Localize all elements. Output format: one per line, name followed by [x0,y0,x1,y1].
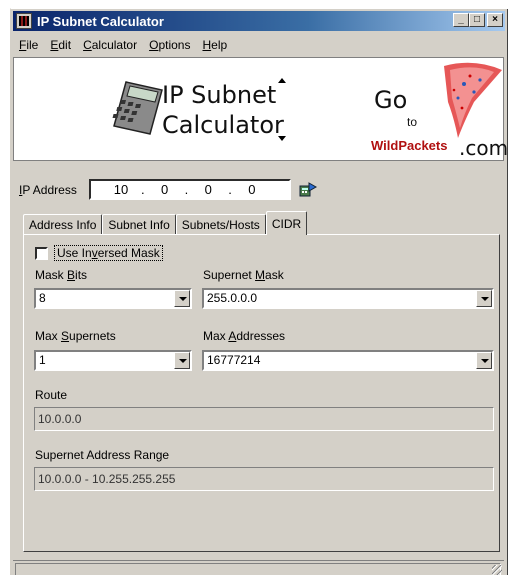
ip-address-input[interactable]: 10. 0. 0. 0 [89,179,291,200]
resize-grip-icon[interactable] [492,565,502,575]
scroll-down-arrow-icon[interactable] [278,136,286,141]
menu-bar: File Edit Calculator Options Help [13,35,233,55]
scroll-up-arrow-icon[interactable] [278,78,286,83]
max-supernets-select[interactable]: 1 [34,350,192,371]
supernet-range-field[interactable]: 10.0.0.0 - 10.255.255.255 [34,467,494,491]
banner-title: IP Subnet Calculator [162,81,284,139]
tab-subnets-hosts[interactable]: Subnets/Hosts [175,214,266,235]
menu-file[interactable]: File [13,36,44,54]
ad-to-text: to [407,115,418,129]
supernet-mask-dropdown-button[interactable] [476,290,492,307]
max-addresses-select[interactable]: 16777214 [202,350,494,371]
inverse-mask-option[interactable]: Use Inversed Mask [35,245,163,261]
calculator-icon [112,81,163,135]
ip-address-label: IP Address [19,182,77,197]
maximize-button[interactable]: □ [469,13,485,27]
supernet-mask-select[interactable]: 255.0.0.0 [202,288,494,309]
app-icon[interactable] [16,13,32,29]
inverse-mask-checkbox[interactable] [35,246,48,260]
ip-octet-2[interactable]: 0 [145,182,185,197]
wildpackets-funnel-logo[interactable] [414,62,504,142]
route-field[interactable]: 10.0.0.0 [34,407,494,431]
max-supernets-label: Max Supernets [35,329,116,343]
status-bar [13,560,504,575]
menu-options[interactable]: Options [143,36,196,54]
mask-bits-label: Mask Bits [35,268,88,282]
menu-help[interactable]: Help [196,36,233,54]
ip-address-row: IP Address 10. 0. 0. 0 [19,179,317,200]
max-addresses-label: Max Addresses [203,329,286,343]
ip-octet-4[interactable]: 0 [232,182,272,197]
inverse-mask-label[interactable]: Use Inversed Mask [54,245,163,261]
max-supernets-dropdown-button[interactable] [174,352,190,369]
menu-edit[interactable]: Edit [44,36,77,54]
ip-octet-1[interactable]: 10 [101,182,141,197]
window-controls: _ □ × [453,13,503,27]
mask-bits-dropdown-button[interactable] [174,290,190,307]
supernet-range-label: Supernet Address Range [35,448,170,462]
window-title: IP Subnet Calculator [37,13,164,29]
tab-cidr[interactable]: CIDR [265,211,308,235]
ad-brand-text[interactable]: WildPackets [371,138,447,153]
menu-calculator[interactable]: Calculator [77,36,143,54]
cidr-panel: Use Inversed Mask Mask Bits 8 Supernet M… [23,234,500,552]
supernet-mask-label: Supernet Mask [203,268,284,282]
minimize-button[interactable]: _ [453,13,469,27]
tab-strip: Address Info Subnet Info Subnets/Hosts C… [23,211,308,235]
close-button[interactable]: × [487,13,503,27]
ip-class-lookup-icon[interactable] [299,181,317,198]
tab-address-info[interactable]: Address Info [23,214,103,235]
tab-subnet-info[interactable]: Subnet Info [102,214,176,235]
banner: IP Subnet Calculator Go to WildPackets .… [13,57,508,161]
ip-octet-3[interactable]: 0 [188,182,228,197]
route-label: Route [35,388,68,402]
status-cell [15,563,501,575]
ad-go-text: Go [374,86,408,114]
app-window: IP Subnet Calculator _ □ × File Edit Cal… [10,8,508,575]
title-bar[interactable]: IP Subnet Calculator _ □ × [13,11,505,31]
max-addresses-dropdown-button[interactable] [476,352,492,369]
mask-bits-select[interactable]: 8 [34,288,192,309]
ad-com-text: .com [459,136,509,160]
